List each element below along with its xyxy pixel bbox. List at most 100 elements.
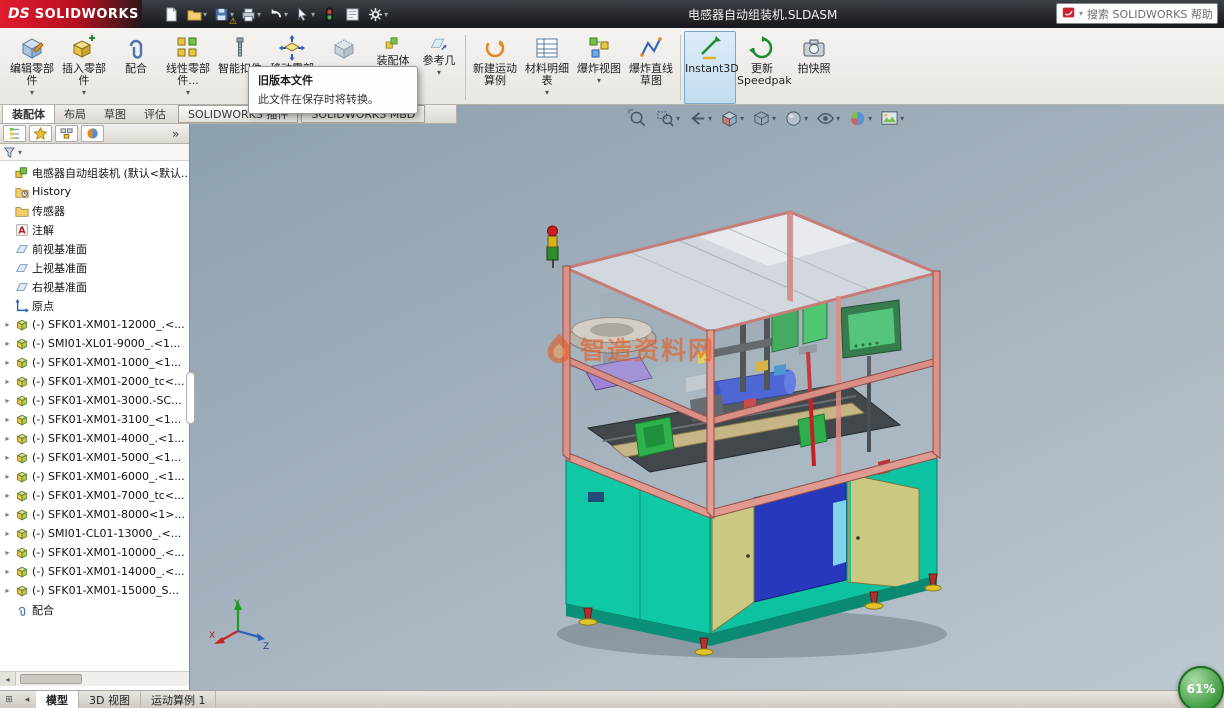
tree-item[interactable]: ▸ (-) SFK01-XM01-3000.-SC... bbox=[0, 391, 189, 410]
featuremanager-tab[interactable] bbox=[3, 125, 26, 142]
expand-arrow-icon[interactable]: ▸ bbox=[3, 586, 12, 595]
view-tool[interactable]: ▾ bbox=[784, 109, 808, 128]
view-tool-caret-icon[interactable]: ▾ bbox=[676, 114, 680, 123]
titlebar-icon[interactable] bbox=[343, 3, 363, 25]
ribbon-button[interactable]: 材料明细表 ▾ bbox=[521, 31, 573, 104]
titlebar-icon[interactable]: ▾ bbox=[366, 3, 390, 25]
expand-arrow-icon[interactable]: ▸ bbox=[3, 491, 12, 500]
tree-item[interactable]: ▸ (-) SFK01-XM01-12000_.<... bbox=[0, 315, 189, 334]
scrollbar-thumb[interactable] bbox=[20, 674, 82, 684]
tree-filter-row[interactable]: ▾ bbox=[0, 144, 189, 161]
bottom-tab[interactable]: 3D 视图 bbox=[79, 691, 141, 708]
bottom-tab[interactable]: 模型 bbox=[36, 691, 79, 708]
command-tab[interactable]: 装配体 bbox=[2, 104, 55, 123]
scroll-left-button[interactable]: ◂ bbox=[0, 672, 16, 686]
ribbon-button[interactable]: Instant3D bbox=[684, 31, 736, 104]
ribbon-button[interactable]: 爆炸视图 ▾ bbox=[573, 31, 625, 104]
view-tool-caret-icon[interactable]: ▾ bbox=[708, 114, 712, 123]
tree-item[interactable]: ▸ (-) SMI01-XL01-9000_.<1... bbox=[0, 334, 189, 353]
dropdown-caret-icon[interactable]: ▾ bbox=[257, 10, 261, 19]
expand-arrow-icon[interactable]: ▸ bbox=[3, 377, 12, 386]
expand-arrow-icon[interactable]: ▸ bbox=[3, 415, 12, 424]
ribbon-button[interactable]: 线性零部件... ▾ bbox=[162, 31, 214, 104]
tree-item[interactable]: 电感器自动组装机 (默认<默认... bbox=[0, 163, 189, 182]
titlebar-icon[interactable]: ▾ bbox=[293, 3, 317, 25]
ribbon-button[interactable]: 参考几 ▾ bbox=[416, 31, 462, 104]
tree-item[interactable]: A 注解 bbox=[0, 220, 189, 239]
view-tool[interactable]: ▾ bbox=[656, 109, 680, 128]
panel-horizontal-scrollbar[interactable]: ◂ bbox=[0, 671, 189, 686]
view-tool-caret-icon[interactable]: ▾ bbox=[868, 114, 872, 123]
expand-arrow-icon[interactable]: ▸ bbox=[3, 339, 12, 348]
bottom-tab[interactable]: 运动算例 1 bbox=[141, 691, 217, 708]
tree-item[interactable]: ▸ (-) SFK01-XM01-5000_<1... bbox=[0, 448, 189, 467]
tree-item[interactable]: ▸ (-) SFK01-XM01-3100_<1... bbox=[0, 410, 189, 429]
expand-arrow-icon[interactable]: ▸ bbox=[3, 510, 12, 519]
tree-item[interactable]: 传感器 bbox=[0, 201, 189, 220]
view-tool[interactable]: ▾ bbox=[848, 109, 872, 128]
expand-arrow-icon[interactable]: ▸ bbox=[3, 567, 12, 576]
titlebar-icon[interactable]: ▾ bbox=[185, 3, 209, 25]
tree-item[interactable]: 前视基准面 bbox=[0, 239, 189, 258]
tree-item[interactable]: History bbox=[0, 182, 189, 201]
tree-item[interactable]: 右视基准面 bbox=[0, 277, 189, 296]
machine-3d-model[interactable] bbox=[190, 105, 1224, 690]
displaymanager-tab[interactable] bbox=[81, 125, 104, 142]
expand-arrow-icon[interactable]: ▸ bbox=[3, 358, 12, 367]
expand-arrow-icon[interactable]: ▸ bbox=[3, 548, 12, 557]
tree-item[interactable]: ▸ (-) SFK01-XM01-14000_.<... bbox=[0, 562, 189, 581]
ribbon-button[interactable]: 插入零部件 ▾ bbox=[58, 31, 110, 104]
expand-arrow-icon[interactable]: ▸ bbox=[3, 529, 12, 538]
flyout-caret-icon[interactable]: ▾ bbox=[597, 77, 601, 84]
flyout-caret-icon[interactable]: ▾ bbox=[30, 89, 34, 96]
machine-frame[interactable] bbox=[563, 212, 940, 518]
signal-tower[interactable] bbox=[547, 226, 558, 268]
propertymanager-tab[interactable] bbox=[29, 125, 52, 142]
ribbon-button[interactable]: 更新Speedpak bbox=[736, 31, 788, 104]
help-search-box[interactable]: ▾ 搜索 SOLIDWORKS 帮助 bbox=[1056, 3, 1218, 24]
configurationmanager-tab[interactable] bbox=[55, 125, 78, 142]
tree-item[interactable]: ▸ (-) SFK01-XM01-4000_.<1... bbox=[0, 429, 189, 448]
flyout-caret-icon[interactable]: ▾ bbox=[437, 69, 441, 76]
flyout-caret-icon[interactable]: ▾ bbox=[545, 89, 549, 96]
titlebar-icon[interactable]: ▾ bbox=[212, 3, 236, 25]
tree-item[interactable]: 配合 bbox=[0, 600, 189, 619]
titlebar-icon[interactable]: ▾ bbox=[239, 3, 263, 25]
tree-item[interactable]: ▸ (-) SFK01-XM01-1000_<1... bbox=[0, 353, 189, 372]
expand-arrow-icon[interactable]: ▸ bbox=[3, 320, 12, 329]
flyout-caret-icon[interactable]: ▾ bbox=[82, 89, 86, 96]
view-tool[interactable]: ▾ bbox=[720, 109, 744, 128]
tree-item[interactable]: ▸ (-) SFK01-XM01-15000_S... bbox=[0, 581, 189, 600]
titlebar-icon[interactable] bbox=[320, 3, 340, 25]
command-tab[interactable]: 草图 bbox=[95, 104, 135, 123]
command-tab[interactable]: 评估 bbox=[135, 104, 175, 123]
tree-item[interactable]: ▸ (-) SFK01-XM01-6000_.<1... bbox=[0, 467, 189, 486]
tree-item[interactable]: 原点 bbox=[0, 296, 189, 315]
panel-splitter-handle[interactable] bbox=[186, 372, 195, 424]
tree-item[interactable]: ▸ (-) SMI01-CL01-13000_.<... bbox=[0, 524, 189, 543]
dropdown-caret-icon[interactable]: ▾ bbox=[203, 10, 207, 19]
view-tool-caret-icon[interactable]: ▾ bbox=[900, 114, 904, 123]
ribbon-button[interactable]: 爆炸直线草图 bbox=[625, 31, 677, 104]
view-tool[interactable]: ▾ bbox=[816, 109, 840, 128]
tree-item[interactable]: ▸ (-) SFK01-XM01-8000<1>... bbox=[0, 505, 189, 524]
tree-item[interactable]: 上视基准面 bbox=[0, 258, 189, 277]
command-tab[interactable]: 布局 bbox=[55, 104, 95, 123]
ribbon-button[interactable]: 编辑零部件 ▾ bbox=[6, 31, 58, 104]
tree-item[interactable]: ▸ (-) SFK01-XM01-10000_.<... bbox=[0, 543, 189, 562]
search-dropdown-caret-icon[interactable]: ▾ bbox=[1079, 9, 1083, 18]
view-tool[interactable]: ▾ bbox=[880, 109, 904, 128]
tree-item[interactable]: ▸ (-) SFK01-XM01-2000_tc<... bbox=[0, 372, 189, 391]
view-tool[interactable]: ▾ bbox=[752, 109, 776, 128]
dropdown-caret-icon[interactable]: ▾ bbox=[311, 10, 315, 19]
tab-scroll-left-icon[interactable]: ◂ bbox=[18, 695, 36, 705]
dropdown-caret-icon[interactable]: ▾ bbox=[284, 10, 288, 19]
expand-arrow-icon[interactable]: ▸ bbox=[3, 472, 12, 481]
split-view-icon[interactable]: ⊞ bbox=[0, 695, 18, 705]
view-tool-caret-icon[interactable]: ▾ bbox=[772, 114, 776, 123]
titlebar-icon[interactable]: ▾ bbox=[266, 3, 290, 25]
view-tool[interactable] bbox=[628, 109, 648, 128]
view-tool-caret-icon[interactable]: ▾ bbox=[804, 114, 808, 123]
view-tool-caret-icon[interactable]: ▾ bbox=[740, 114, 744, 123]
view-tool-caret-icon[interactable]: ▾ bbox=[836, 114, 840, 123]
